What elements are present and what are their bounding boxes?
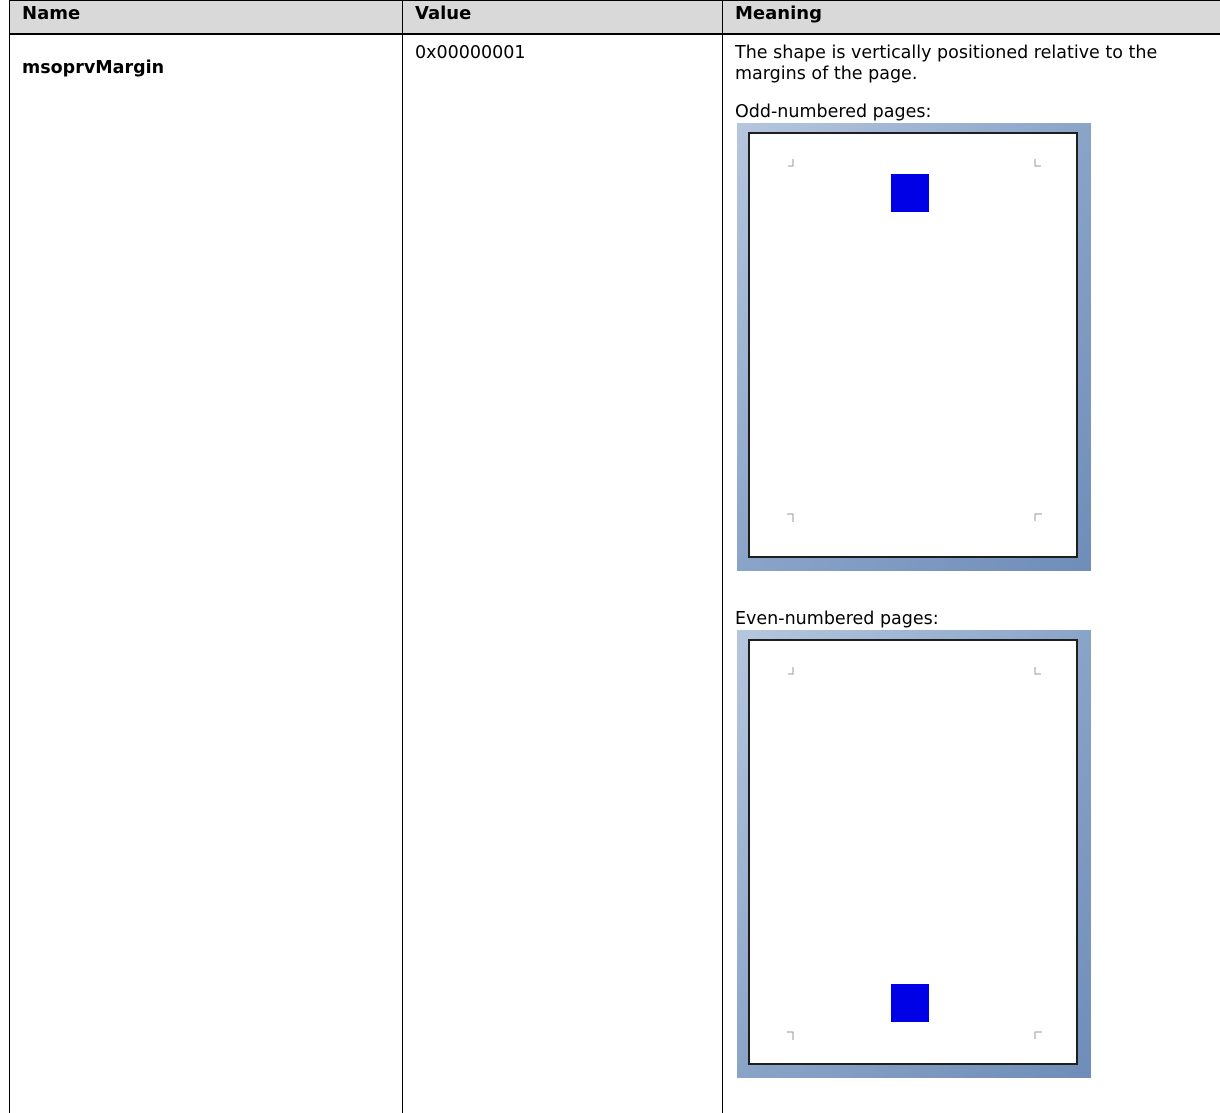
shape-square [891,174,929,212]
table-row: msoprvMargin 0x00000001 The shape is ver… [10,34,1220,1113]
shape-square [891,984,929,1022]
even-page-illustration [737,630,1091,1078]
meaning-column-header: Meaning [723,1,1220,35]
name-cell: msoprvMargin [10,34,403,1113]
even-pages-caption: Even-numbered pages: [735,609,1212,630]
value-cell: 0x00000001 [403,34,723,1113]
name-column-header: Name [10,1,403,35]
values-table: Name Value Meaning msoprvMargin 0x000000… [9,0,1220,1113]
meaning-cell: The shape is vertically positioned relat… [723,34,1220,1113]
table-header-row: Name Value Meaning [10,1,1220,35]
odd-page-illustration [737,123,1091,571]
odd-pages-caption: Odd-numbered pages: [735,102,1212,123]
meaning-description: The shape is vertically positioned relat… [735,43,1212,85]
value-column-header: Value [403,1,723,35]
